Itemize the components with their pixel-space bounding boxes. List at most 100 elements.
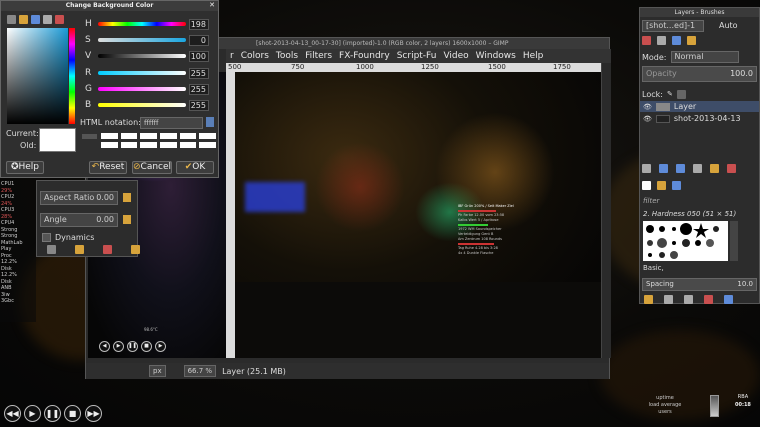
duplicate-brush-icon[interactable]: [684, 295, 693, 304]
history-swatch[interactable]: [101, 142, 118, 148]
auto-button[interactable]: Auto: [719, 21, 738, 30]
new-brush-icon[interactable]: [664, 295, 673, 304]
hue-strip[interactable]: [69, 28, 75, 124]
history-swatch[interactable]: [140, 142, 157, 148]
raise-layer-icon[interactable]: [659, 164, 668, 173]
cmyk-selector-icon[interactable]: [19, 15, 28, 24]
triangle-selector-icon[interactable]: [31, 15, 40, 24]
watercolor-selector-icon[interactable]: [43, 15, 52, 24]
lower-layer-icon[interactable]: [676, 164, 685, 173]
history-swatch[interactable]: [120, 142, 138, 148]
html-notation-input[interactable]: ffffff: [140, 117, 203, 129]
menu-item-filters[interactable]: Filters: [305, 51, 332, 61]
reset-options-icon[interactable]: [131, 245, 140, 254]
r-slider[interactable]: [98, 71, 186, 75]
menu-item-windows[interactable]: Windows: [476, 51, 516, 61]
menu-item-image[interactable]: r: [230, 51, 234, 61]
delete-layer-icon[interactable]: [727, 164, 736, 173]
reset-button[interactable]: ↶Reset: [89, 161, 127, 174]
delete-options-icon[interactable]: [103, 245, 112, 254]
horizontal-ruler[interactable]: 500 750 1000 1250 1500 1750: [226, 63, 601, 72]
history-swatch[interactable]: [120, 133, 138, 139]
prev-track-icon[interactable]: ◀◀: [4, 405, 21, 422]
h-slider[interactable]: [98, 22, 186, 26]
channels-tab-icon[interactable]: [656, 36, 666, 45]
s-value[interactable]: 0: [189, 34, 209, 46]
mode-select[interactable]: Normal: [670, 51, 739, 63]
reset-aspect-icon[interactable]: [123, 193, 131, 202]
dynamics-row[interactable]: Dynamics: [42, 233, 94, 242]
color-dialog[interactable]: Change Background Color ✕ H 198 S 0 V 10…: [0, 0, 219, 178]
v-value[interactable]: 100: [189, 50, 209, 62]
gimp-selector-icon[interactable]: [7, 15, 16, 24]
opacity-slider[interactable]: Opacity 100.0: [642, 66, 757, 82]
next-track-icon[interactable]: ▶▶: [85, 405, 102, 422]
stop-icon[interactable]: ■: [141, 341, 152, 352]
save-options-icon[interactable]: [47, 245, 56, 254]
s-slider[interactable]: [98, 38, 186, 42]
brush-scrollbar[interactable]: [730, 221, 738, 261]
h-value[interactable]: 198: [189, 18, 209, 30]
menu-item-tools[interactable]: Tools: [276, 51, 298, 61]
pause-icon[interactable]: ❚❚: [127, 341, 138, 352]
v-slider[interactable]: [98, 54, 186, 58]
color-history[interactable]: [101, 133, 216, 148]
pause-icon[interactable]: ❚❚: [44, 405, 61, 422]
menu-item-fx-foundry[interactable]: FX-Foundry: [339, 51, 390, 61]
zoom-select[interactable]: 66.7 %: [183, 365, 217, 377]
history-swatch[interactable]: [179, 133, 197, 139]
restore-options-icon[interactable]: [75, 245, 84, 254]
ok-button[interactable]: ✔OK: [176, 161, 214, 174]
undo-tab-icon[interactable]: [686, 36, 696, 45]
new-layer-icon[interactable]: [642, 164, 651, 173]
tool-options-panel[interactable]: Aspect Ratio 0.00 Angle 0.00 Dynamics: [36, 180, 140, 257]
angle-field[interactable]: Angle 0.00: [40, 213, 118, 227]
eyedropper-icon[interactable]: [206, 117, 214, 127]
lock-pixels-icon[interactable]: ✎: [667, 90, 673, 98]
history-swatch[interactable]: [101, 133, 118, 139]
layers-dock[interactable]: Layers - Brushes [shot...ed]-1 Auto Mode…: [639, 7, 760, 304]
b-slider[interactable]: [98, 103, 186, 107]
play-icon[interactable]: ▶: [24, 405, 41, 422]
color-square[interactable]: [7, 28, 68, 124]
menu-item-help[interactable]: Help: [523, 51, 544, 61]
b-value[interactable]: 255: [189, 99, 209, 111]
dynamics-icon[interactable]: [42, 233, 51, 242]
aspect-ratio-field[interactable]: Aspect Ratio 0.00: [40, 191, 118, 205]
edit-brush-icon[interactable]: [644, 295, 653, 304]
next-icon[interactable]: ▶: [155, 341, 166, 352]
prev-icon[interactable]: ◀: [99, 341, 110, 352]
brushes-tab-icon[interactable]: [642, 181, 651, 190]
history-swatch[interactable]: [199, 133, 216, 139]
brush-grid[interactable]: [643, 221, 728, 261]
cancel-button[interactable]: ⊘Cancel: [132, 161, 172, 174]
history-arrow-icon[interactable]: [82, 134, 97, 139]
lock-alpha-icon[interactable]: [676, 89, 686, 99]
scales-selector-icon[interactable]: [55, 15, 64, 24]
history-swatch[interactable]: [179, 142, 197, 148]
help-button[interactable]: ✪Help: [6, 161, 44, 174]
g-value[interactable]: 255: [189, 83, 209, 95]
delete-brush-icon[interactable]: [704, 295, 713, 304]
image-canvas[interactable]: [235, 72, 601, 358]
history-swatch[interactable]: [199, 142, 216, 148]
vertical-scrollbar[interactable]: [601, 63, 611, 358]
play-icon[interactable]: ▶: [113, 341, 124, 352]
layers-tab-icon[interactable]: [642, 36, 651, 45]
trash-icon[interactable]: [710, 395, 719, 417]
layer-row[interactable]: 👁 Layer: [640, 101, 759, 112]
history-swatch[interactable]: [140, 133, 157, 139]
brush-tag-field[interactable]: Basic,: [640, 264, 759, 274]
menu-item-colors[interactable]: Colors: [241, 51, 269, 61]
duplicate-layer-icon[interactable]: [693, 164, 702, 173]
menu-item-video[interactable]: Video: [443, 51, 468, 61]
layer-row[interactable]: 👁 shot-2013-04-13: [640, 113, 759, 124]
image-menu[interactable]: [shot...ed]-1: [642, 19, 704, 32]
vertical-ruler[interactable]: [226, 72, 235, 358]
gradients-tab-icon[interactable]: [671, 181, 681, 190]
visibility-eye-icon[interactable]: 👁: [643, 115, 652, 123]
history-swatch[interactable]: [159, 133, 177, 139]
patterns-tab-icon[interactable]: [656, 181, 666, 190]
anchor-layer-icon[interactable]: [710, 164, 719, 173]
history-swatch[interactable]: [159, 142, 177, 148]
